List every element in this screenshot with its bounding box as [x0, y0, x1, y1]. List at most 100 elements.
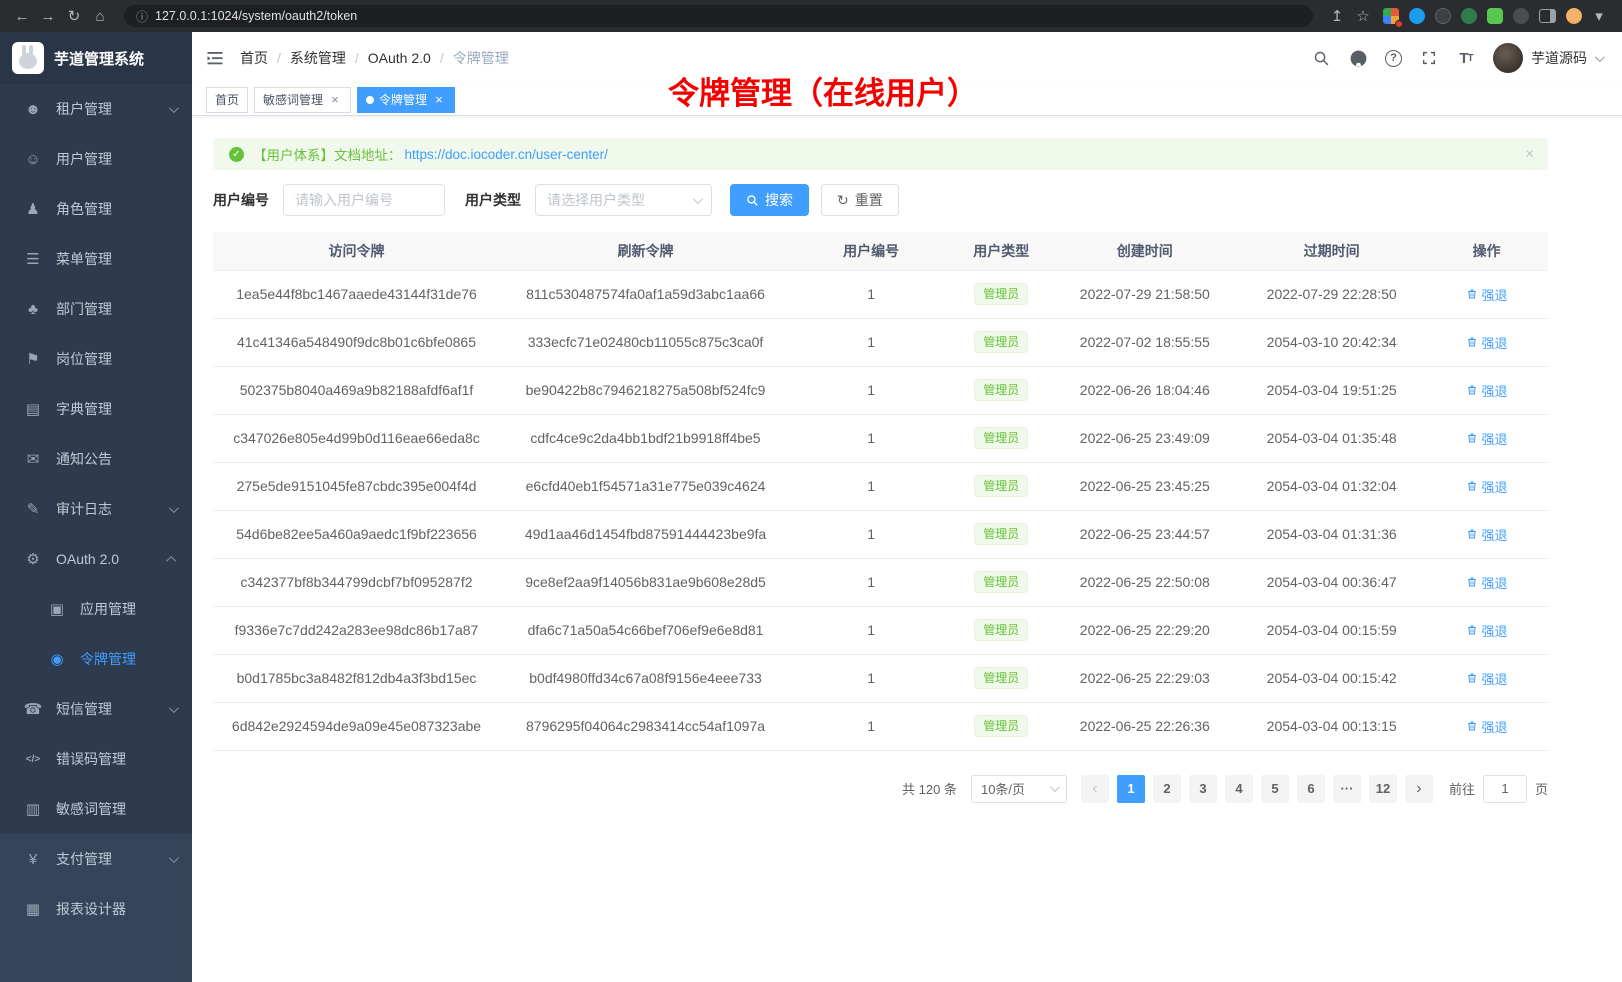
close-icon[interactable]: ×: [432, 93, 446, 107]
forward-button[interactable]: →: [36, 4, 60, 28]
extra-extension-icon[interactable]: [1513, 8, 1529, 24]
browser-profile-avatar[interactable]: [1566, 8, 1582, 24]
sidebar-item-audit-log[interactable]: ✎ 审计日志: [0, 484, 192, 534]
force-logout-button[interactable]: 强退: [1466, 333, 1508, 352]
browser-menu-caret-icon[interactable]: ▾: [1592, 4, 1606, 28]
fullscreen-icon[interactable]: [1419, 48, 1439, 68]
more-pages-button[interactable]: ···: [1333, 775, 1361, 803]
search-button[interactable]: 搜索: [730, 184, 809, 216]
sidebar-item-dept[interactable]: ♣ 部门管理: [0, 284, 192, 334]
goto-page-input[interactable]: [1483, 775, 1527, 803]
sidebar-item-sms[interactable]: ☎ 短信管理: [0, 684, 192, 734]
search-icon[interactable]: [1311, 48, 1331, 68]
page-button-3[interactable]: 3: [1189, 775, 1217, 803]
reset-button[interactable]: ↻ 重置: [821, 184, 899, 216]
home-button[interactable]: ⌂: [88, 4, 112, 28]
prev-page-button[interactable]: ‹: [1081, 775, 1109, 803]
force-logout-button[interactable]: 强退: [1466, 477, 1508, 496]
cell-user-type: 管理员: [951, 558, 1051, 606]
tab-home[interactable]: 首页: [206, 87, 248, 113]
table-row: c342377bf8b344799dcbf7bf095287f2 9ce8ef2…: [213, 558, 1548, 606]
user-id-input[interactable]: [283, 184, 445, 216]
tab-token[interactable]: 令牌管理 ×: [357, 87, 455, 113]
force-logout-button[interactable]: 强退: [1466, 717, 1508, 736]
close-icon[interactable]: ×: [328, 93, 342, 107]
reload-button[interactable]: ↻: [62, 4, 86, 28]
trash-icon: [1466, 672, 1478, 684]
token-broadcast-icon: ◉: [46, 650, 68, 668]
side-panel-icon[interactable]: [1539, 9, 1556, 23]
force-logout-button[interactable]: 强退: [1466, 669, 1508, 688]
font-size-icon[interactable]: TT: [1456, 48, 1476, 68]
cell-create-time: 2022-06-25 22:50:08: [1051, 558, 1238, 606]
user-type-select[interactable]: 请选择用户类型: [535, 184, 712, 216]
breadcrumb-system[interactable]: 系统管理: [290, 48, 346, 68]
cell-create-time: 2022-06-25 23:44:57: [1051, 510, 1238, 558]
force-logout-button[interactable]: 强退: [1466, 621, 1508, 640]
sidebar-item-menu[interactable]: ☰ 菜单管理: [0, 234, 192, 284]
back-button[interactable]: ←: [10, 4, 34, 28]
sidebar-item-payment[interactable]: ¥ 支付管理: [0, 834, 192, 884]
doc-link[interactable]: https://doc.iocoder.cn/user-center/: [405, 147, 608, 162]
dark-extension-icon[interactable]: [1435, 8, 1451, 24]
green-extension-icon[interactable]: [1461, 8, 1477, 24]
sidebar-item-dict[interactable]: ▤ 字典管理: [0, 384, 192, 434]
sidebar-item-user[interactable]: ☺ 用户管理: [0, 134, 192, 184]
tab-sensitive-words[interactable]: 敏感词管理 ×: [254, 87, 351, 113]
page-button-12[interactable]: 12: [1369, 775, 1397, 803]
github-icon[interactable]: [1348, 48, 1368, 68]
force-logout-button[interactable]: 强退: [1466, 429, 1508, 448]
page-button-1[interactable]: 1: [1117, 775, 1145, 803]
book-icon: ▥: [22, 800, 44, 818]
sidebar-item-tenant[interactable]: ☻ 租户管理: [0, 84, 192, 134]
sidebar-item-error-code[interactable]: </> 错误码管理: [0, 734, 192, 784]
page-button-6[interactable]: 6: [1297, 775, 1325, 803]
col-actions: 操作: [1425, 232, 1548, 270]
breadcrumb-current: 令牌管理: [453, 48, 509, 68]
sidebar-item-notice[interactable]: ✉ 通知公告: [0, 434, 192, 484]
user-menu[interactable]: 芋道源码: [1493, 43, 1602, 73]
force-logout-button[interactable]: 强退: [1466, 381, 1508, 400]
share-icon[interactable]: ↥: [1325, 4, 1349, 28]
twitter-extension-icon[interactable]: [1409, 8, 1425, 24]
sidebar-item-label: 敏感词管理: [56, 799, 176, 819]
table-row: f9336e7c7dd242a283ee98dc86b17a87 dfa6c71…: [213, 606, 1548, 654]
url-bar[interactable]: ⓘ 127.0.0.1:1024/system/oauth2/token: [124, 5, 1313, 27]
chevron-down-icon: [169, 853, 179, 863]
page-size-select[interactable]: 10条/页: [971, 775, 1067, 803]
sidebar-item-oauth-token[interactable]: ◉ 令牌管理: [0, 634, 192, 684]
collapse-sidebar-icon[interactable]: [206, 49, 224, 67]
breadcrumb-home[interactable]: 首页: [240, 48, 268, 68]
sidebar-item-report-designer[interactable]: ▦ 报表设计器: [0, 884, 192, 934]
user-avatar[interactable]: [1493, 43, 1523, 73]
info-icon[interactable]: ⓘ: [136, 8, 148, 25]
breadcrumb-separator: /: [355, 50, 359, 66]
user-icon: ☺: [22, 151, 44, 168]
app-logo-area[interactable]: 芋道管理系统: [0, 32, 192, 84]
breadcrumb-oauth[interactable]: OAuth 2.0: [368, 50, 431, 66]
page-button-5[interactable]: 5: [1261, 775, 1289, 803]
bookmark-star-icon[interactable]: ☆: [1351, 4, 1375, 28]
force-logout-button[interactable]: 强退: [1466, 573, 1508, 592]
force-logout-button[interactable]: 强退: [1466, 285, 1508, 304]
cell-actions: 强退: [1425, 654, 1548, 702]
cell-user-type: 管理员: [951, 366, 1051, 414]
puzzle-extension-icon[interactable]: [1487, 8, 1503, 24]
cell-actions: 强退: [1425, 558, 1548, 606]
help-icon[interactable]: ?: [1385, 50, 1402, 67]
page-button-4[interactable]: 4: [1225, 775, 1253, 803]
cell-expire-time: 2054-03-04 19:51:25: [1238, 366, 1425, 414]
sidebar-item-role[interactable]: ♟ 角色管理: [0, 184, 192, 234]
page-button-2[interactable]: 2: [1153, 775, 1181, 803]
force-logout-label: 强退: [1482, 669, 1508, 688]
alert-close-icon[interactable]: ×: [1525, 146, 1534, 163]
next-page-button[interactable]: ›: [1405, 775, 1433, 803]
sidebar-item-oauth-app[interactable]: ▣ 应用管理: [0, 584, 192, 634]
cell-user-id: 1: [791, 606, 951, 654]
sidebar-item-oauth[interactable]: ⚙ OAuth 2.0: [0, 534, 192, 584]
sidebar-item-sensitive-words[interactable]: ▥ 敏感词管理: [0, 784, 192, 834]
chevron-down-icon: [169, 703, 179, 713]
extension-grid-icon[interactable]: [1383, 8, 1399, 24]
sidebar-item-post[interactable]: ⚑ 岗位管理: [0, 334, 192, 384]
force-logout-button[interactable]: 强退: [1466, 525, 1508, 544]
